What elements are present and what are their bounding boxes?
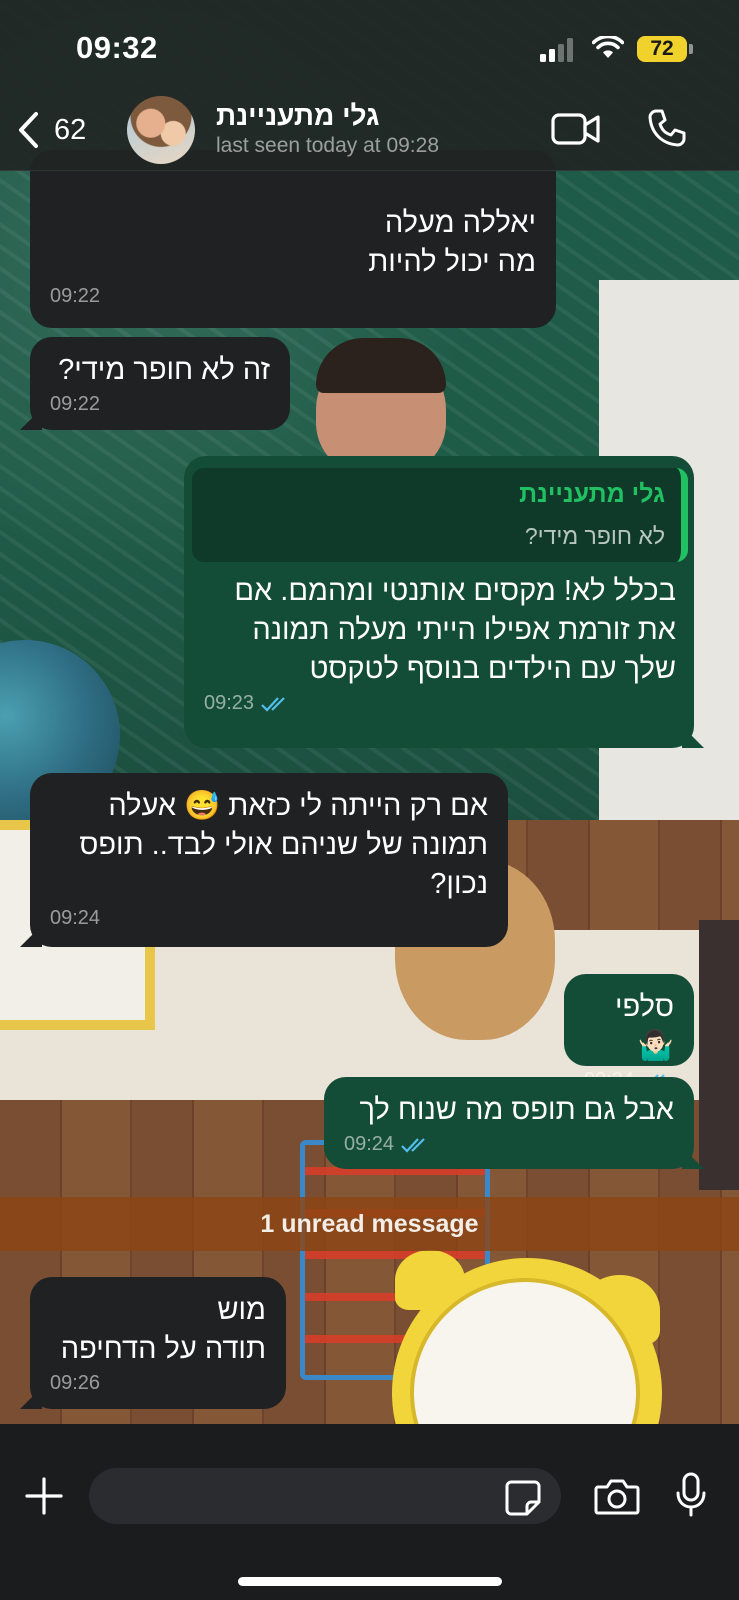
back-chevron-icon (19, 112, 38, 148)
video-call-button[interactable] (551, 111, 601, 152)
unread-divider: 1 unread message (0, 1197, 739, 1251)
message-outgoing[interactable]: סלפי 🤷🏻‍♂️ 09:24 (564, 974, 694, 1091)
status-bar: 09:32 72 (0, 0, 739, 90)
quote-text: לא חופר מידי? (524, 523, 665, 549)
message-text: אבל גם תופס מה שנוח לך (359, 1094, 674, 1126)
quote-author: גלי מתעניינת (519, 480, 665, 508)
contact-avatar[interactable] (127, 96, 195, 164)
message-input[interactable] (89, 1468, 561, 1524)
message-incoming[interactable]: יאללה מעלה מה יכול להיות 09:22 (30, 150, 556, 328)
sticker-button[interactable] (505, 1480, 541, 1521)
message-time: 09:22 (50, 393, 101, 415)
message-outgoing[interactable]: גלי מתעניינת לא חופר מידי? בכלל לא! מקסי… (184, 456, 704, 748)
message-text: בכלל לא! מקסים אותנטי ומהמם. אם את זורמת… (234, 575, 676, 685)
double-check-icon (401, 1137, 425, 1153)
reply-quote[interactable]: גלי מתעניינת לא חופר מידי? (192, 468, 688, 562)
double-check-icon (261, 696, 285, 712)
contact-name[interactable]: גלי מתעניינת (216, 100, 379, 132)
message-text: יאללה מעלה מה יכול להיות (368, 207, 536, 278)
home-indicator[interactable] (238, 1577, 502, 1586)
camera-icon (594, 1479, 640, 1515)
voice-call-button[interactable] (647, 108, 687, 153)
voice-record-button[interactable] (675, 1472, 707, 1523)
cellular-signal-icon (540, 38, 578, 62)
unread-chats-count: 62 (54, 113, 87, 146)
message-outgoing[interactable]: אבל גם תופס מה שנוח לך 09:24 (324, 1077, 704, 1169)
plus-icon (25, 1477, 63, 1515)
attach-button[interactable] (24, 1476, 64, 1521)
message-time: 09:22 (50, 285, 101, 307)
video-call-icon (551, 113, 600, 145)
microphone-icon (676, 1472, 706, 1517)
last-seen-status: last seen today at 09:28 (216, 134, 439, 157)
message-time: 09:24 (344, 1133, 395, 1155)
phone-icon (648, 109, 686, 147)
sticker-icon (505, 1480, 541, 1516)
back-button[interactable]: 62 (16, 105, 106, 155)
message-incoming[interactable]: אם רק הייתה לי כזאת 😅 אעלה תמונה של שניה… (20, 773, 508, 947)
battery-indicator: 72 (637, 36, 687, 62)
message-incoming[interactable]: זה לא חופר מידי? 09:22 (20, 337, 290, 430)
status-time: 09:32 (76, 30, 158, 65)
message-text: מוש תודה על הדחיפה (60, 1294, 266, 1365)
camera-button[interactable] (594, 1478, 640, 1521)
message-time: 09:26 (50, 1372, 101, 1394)
message-time: 09:24 (50, 907, 101, 929)
message-text: אם רק הייתה לי כזאת 😅 אעלה תמונה של שניה… (79, 790, 488, 900)
message-incoming[interactable]: מוש תודה על הדחיפה 09:26 (20, 1277, 286, 1409)
message-text: זה לא חופר מידי? (58, 354, 270, 386)
message-text: סלפי 🤷🏻‍♂️ (614, 991, 674, 1062)
message-list[interactable]: יאללה מעלה מה יכול להיות 09:22 זה לא חופ… (0, 0, 739, 1600)
message-time: 09:23 (204, 692, 255, 714)
wifi-icon (592, 36, 624, 58)
